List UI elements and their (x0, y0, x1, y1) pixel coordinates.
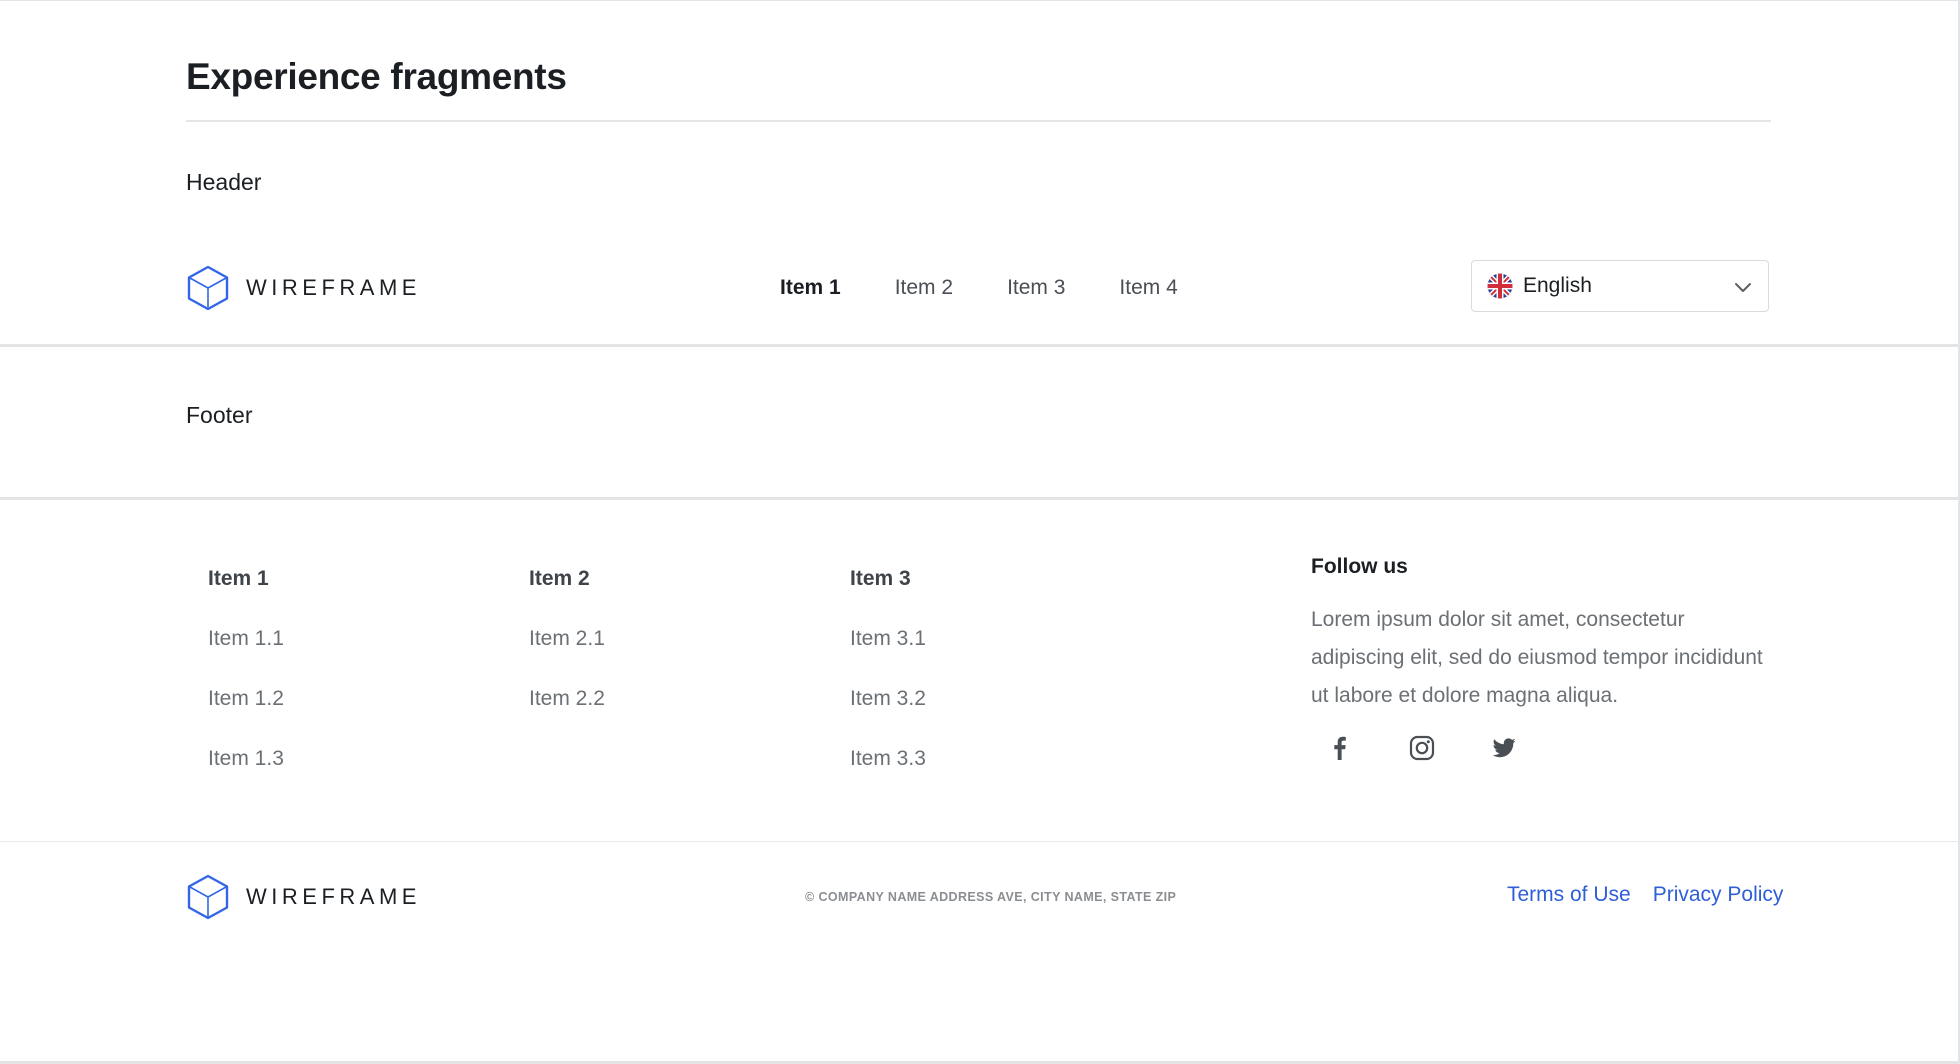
page-title: Experience fragments (186, 56, 567, 97)
frame-top-border (0, 0, 1960, 1)
uk-flag-icon (1487, 273, 1513, 299)
footer-link[interactable]: Item 2.1 (529, 625, 605, 653)
instagram-icon[interactable] (1409, 735, 1435, 761)
follow-us-block: Follow us Lorem ipsum dolor sit amet, co… (1311, 553, 1771, 761)
legal-links: Terms of Use Privacy Policy (1507, 883, 1783, 907)
cube-logo-icon (187, 874, 229, 920)
footer-column-heading[interactable]: Item 2 (529, 565, 605, 593)
footer-column-heading[interactable]: Item 3 (850, 565, 926, 593)
nav-item-2[interactable]: Item 2 (895, 274, 953, 302)
title-divider (186, 120, 1771, 122)
footer-column-2: Item 2 Item 2.1 Item 2.2 (529, 565, 605, 745)
copyright-text: © COMPANY NAME ADDRESS AVE, CITY NAME, S… (805, 890, 1177, 904)
nav-item-4[interactable]: Item 4 (1119, 274, 1177, 302)
facebook-icon[interactable] (1327, 735, 1353, 761)
language-selected-label: English (1523, 274, 1592, 297)
footer-link[interactable]: Item 1.2 (208, 685, 284, 713)
nav-item-1[interactable]: Item 1 (780, 274, 841, 302)
footer-column-3: Item 3 Item 3.1 Item 3.2 Item 3.3 (850, 565, 926, 805)
logo-text: WIREFRAME (246, 884, 421, 909)
footer-logo[interactable]: WIREFRAME (184, 873, 421, 921)
footer-column-1: Item 1 Item 1.1 Item 1.2 Item 1.3 (208, 565, 284, 805)
header-fragment: WIREFRAME Item 1 Item 2 Item 3 Item 4 En… (0, 250, 1958, 347)
footer-link[interactable]: Item 3.3 (850, 745, 926, 773)
chevron-down-icon (1735, 283, 1751, 292)
footer-link[interactable]: Item 2.2 (529, 685, 605, 713)
follow-us-text: Lorem ipsum dolor sit amet, consectetur … (1311, 608, 1763, 707)
logo-text: WIREFRAME (246, 275, 421, 300)
footer-link[interactable]: Item 3.2 (850, 685, 926, 713)
footer-bottom-divider (0, 841, 1958, 842)
language-select[interactable]: English (1471, 260, 1769, 312)
nav-item-3[interactable]: Item 3 (1007, 274, 1065, 302)
follow-us-title: Follow us (1311, 555, 1408, 578)
footer-link[interactable]: Item 1.3 (208, 745, 284, 773)
twitter-icon[interactable] (1491, 735, 1517, 761)
privacy-policy-link[interactable]: Privacy Policy (1653, 883, 1784, 907)
social-links (1311, 735, 1771, 761)
terms-of-use-link[interactable]: Terms of Use (1507, 883, 1631, 907)
footer-column-heading[interactable]: Item 1 (208, 565, 284, 593)
footer-link[interactable]: Item 3.1 (850, 625, 926, 653)
cube-logo-icon (187, 265, 229, 311)
footer-fragment-top-border (0, 497, 1958, 500)
header-logo[interactable]: WIREFRAME (184, 264, 421, 312)
section-label-footer: Footer (186, 402, 253, 428)
header-nav: Item 1 Item 2 Item 3 Item 4 (780, 274, 1232, 302)
footer-link[interactable]: Item 1.1 (208, 625, 284, 653)
section-label-header: Header (186, 169, 262, 195)
